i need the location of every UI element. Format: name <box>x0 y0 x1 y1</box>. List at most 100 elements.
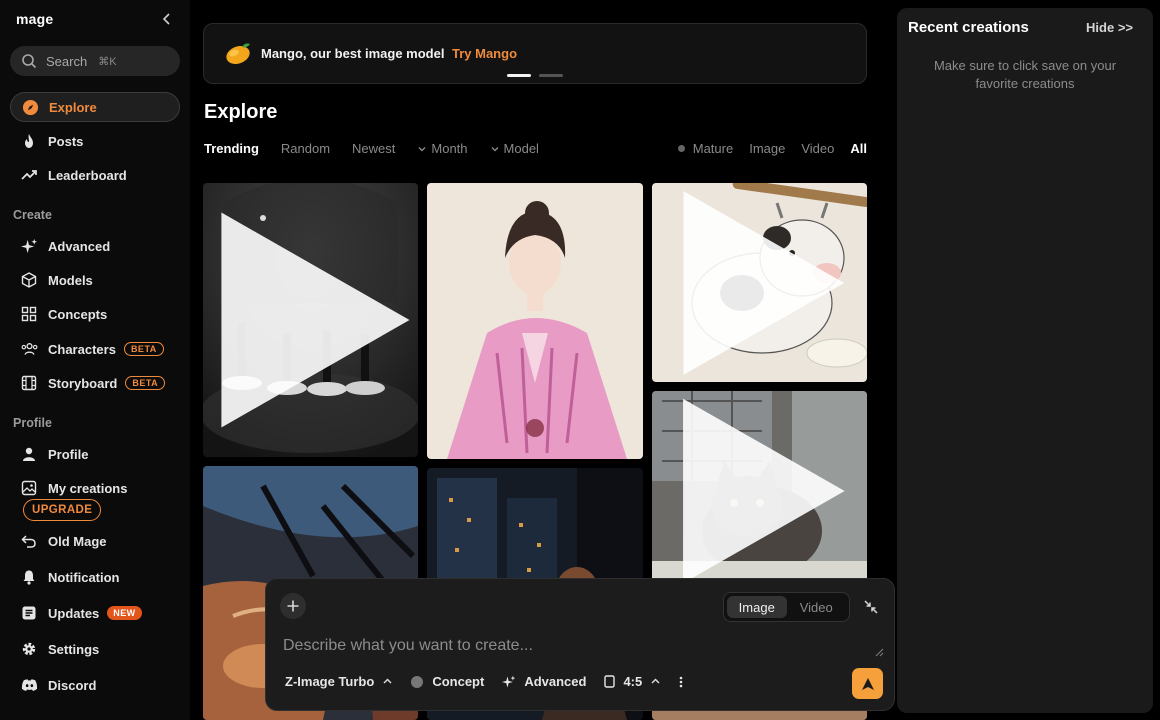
mode-video-button[interactable]: Video <box>787 596 847 618</box>
chevron-left-icon <box>162 13 170 25</box>
composer-options: Z-Image Turbo Concept Advanced 4:5 <box>285 674 701 689</box>
flame-icon <box>20 132 38 150</box>
add-attachment-button[interactable] <box>280 593 306 619</box>
search-input[interactable]: Search ⌘K <box>10 46 180 76</box>
media-filters: Mature Image Video All <box>662 141 867 156</box>
chevron-down-icon <box>418 146 426 151</box>
image-icon <box>20 479 38 497</box>
sidebar-item-leaderboard[interactable]: Leaderboard <box>10 160 180 190</box>
sidebar-item-advanced[interactable]: Advanced <box>10 231 180 261</box>
chevron-up-icon <box>383 678 392 684</box>
advanced-label: Advanced <box>524 674 587 689</box>
sidebar-item-characters[interactable]: Characters BETA <box>10 334 180 364</box>
tab-newest[interactable]: Newest <box>352 141 395 156</box>
banner-dot[interactable] <box>539 74 563 77</box>
chevron-down-icon <box>491 146 499 151</box>
aspect-ratio-icon <box>604 675 616 688</box>
tab-month-label: Month <box>431 141 468 156</box>
tab-model-label: Model <box>503 141 539 156</box>
advanced-button[interactable]: Advanced <box>502 674 586 689</box>
tab-month[interactable]: Month <box>417 141 468 156</box>
sidebar-item-explore[interactable]: Explore <box>10 92 180 122</box>
prompt-composer: Image Video Describe what you want to cr… <box>265 578 895 711</box>
sidebar-item-label: Storyboard <box>48 375 118 391</box>
gallery-card-cow[interactable] <box>652 183 867 382</box>
more-options-button[interactable] <box>679 676 683 688</box>
sidebar-item-profile[interactable]: Profile <box>10 439 180 469</box>
users-icon <box>20 340 38 358</box>
banner-message: Mango, our best image model <box>261 46 445 61</box>
sidebar-item-label: Discord <box>48 677 97 693</box>
sidebar-item-label: Posts <box>48 133 84 149</box>
gear-icon <box>20 640 38 658</box>
section-profile: Profile <box>13 416 52 430</box>
gallery-card-portrait[interactable] <box>427 183 643 459</box>
sidebar-item-label: My creations <box>48 480 128 496</box>
filter-all[interactable]: All <box>850 141 867 156</box>
page-title: Explore <box>204 101 278 123</box>
sidebar-item-label: Old Mage <box>48 533 107 549</box>
sidebar-item-updates[interactable]: Updates NEW <box>10 598 180 628</box>
filter-mature[interactable]: Mature <box>677 141 733 156</box>
mode-image-button[interactable]: Image <box>727 596 787 618</box>
sidebar-item-concepts[interactable]: Concepts <box>10 299 180 329</box>
discord-icon <box>20 676 38 694</box>
compass-icon <box>21 98 39 116</box>
upgrade-button[interactable]: UPGRADE <box>23 499 102 521</box>
resize-handle-icon[interactable] <box>875 648 884 657</box>
tab-model[interactable]: Model <box>490 141 539 156</box>
sidebar-item-models[interactable]: Models <box>10 265 180 295</box>
mature-toggle-dot <box>677 145 685 152</box>
trending-icon <box>20 166 38 184</box>
sparkles-icon <box>20 237 38 255</box>
more-vertical-icon <box>679 676 683 687</box>
beta-badge: BETA <box>123 342 164 356</box>
sort-tabs: Trending Random Newest Month Model <box>204 141 561 156</box>
try-mango-link[interactable]: Try Mango <box>452 46 517 61</box>
plus-icon <box>287 600 299 612</box>
gallery-card-ballet[interactable] <box>203 183 418 457</box>
sidebar-item-label: Models <box>48 272 93 288</box>
send-arrow-icon <box>861 677 874 690</box>
sidebar: mage Search ⌘K Explore Posts Leaderboard… <box>0 0 190 720</box>
recent-creations-title: Recent creations <box>908 19 1029 36</box>
model-selector[interactable]: Z-Image Turbo <box>285 674 393 689</box>
generate-button[interactable] <box>852 668 883 699</box>
sidebar-item-posts[interactable]: Posts <box>10 126 180 156</box>
aspect-ratio-value: 4:5 <box>623 674 643 689</box>
gallery-card-cat[interactable] <box>652 391 867 591</box>
tab-random[interactable]: Random <box>281 141 330 156</box>
beta-badge: BETA <box>125 376 166 390</box>
portrait-thumbnail <box>427 183 643 459</box>
model-name: Z-Image Turbo <box>285 674 375 689</box>
play-icon <box>682 190 844 375</box>
sidebar-item-old-mage[interactable]: Old Mage <box>10 526 180 556</box>
filter-video[interactable]: Video <box>801 141 834 156</box>
sidebar-item-notification[interactable]: Notification <box>10 562 180 592</box>
sidebar-item-storyboard[interactable]: Storyboard BETA <box>10 368 180 398</box>
play-icon <box>682 398 845 584</box>
filter-image[interactable]: Image <box>749 141 785 156</box>
collapse-sidebar-button[interactable] <box>160 12 174 26</box>
aspect-ratio-selector[interactable]: 4:5 <box>604 674 661 689</box>
sidebar-item-label: Notification <box>48 569 120 585</box>
sidebar-item-label: Characters <box>48 341 116 357</box>
sidebar-item-settings[interactable]: Settings <box>10 634 180 664</box>
banner-dot-active[interactable] <box>507 74 531 77</box>
logo[interactable]: mage <box>16 11 53 27</box>
promo-banner[interactable]: Mango, our best image model Try Mango <box>203 23 867 84</box>
user-icon <box>20 445 38 463</box>
news-icon <box>20 604 38 622</box>
undo-icon <box>20 532 38 550</box>
search-placeholder: Search <box>46 53 88 69</box>
prompt-input[interactable]: Describe what you want to create... <box>283 637 533 655</box>
concept-label: Concept <box>432 674 485 689</box>
search-shortcut: ⌘K <box>98 55 117 68</box>
tab-trending[interactable]: Trending <box>204 141 259 156</box>
hide-panel-button[interactable]: Hide >> <box>1086 20 1133 35</box>
sidebar-item-discord[interactable]: Discord <box>10 670 180 700</box>
concept-selector[interactable]: Concept <box>411 674 484 689</box>
sidebar-item-label: Leaderboard <box>48 167 127 183</box>
new-badge: NEW <box>107 606 142 620</box>
minimize-composer-button[interactable] <box>864 600 878 614</box>
